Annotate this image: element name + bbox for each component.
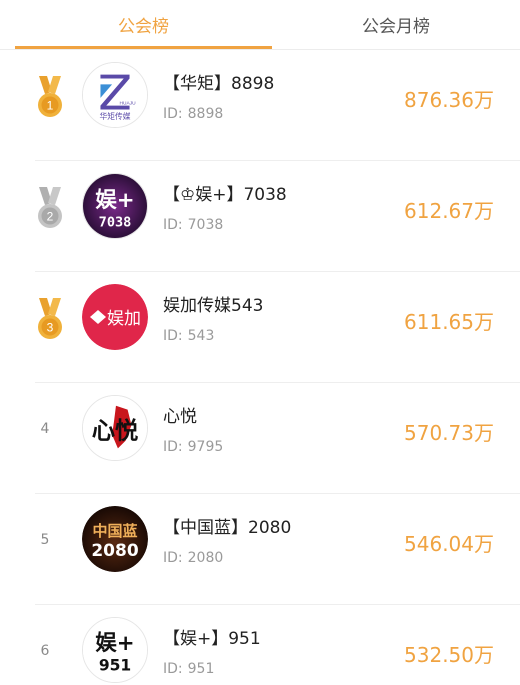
avatar-text: 娱加 <box>107 309 141 329</box>
ranking-row[interactable]: 6 娱+ 951 【娱+】951 ID: 951 532.50万 <box>0 605 520 685</box>
medal-rank-label: 3 <box>47 321 54 335</box>
guild-score: 570.73万 <box>404 421 494 445</box>
guild-score: 532.50万 <box>404 643 494 667</box>
id-value: 9795 <box>187 439 224 455</box>
guild-name: 心悦 <box>163 407 197 427</box>
ranking-row[interactable]: 3 娱加 娱加传媒543 ID: 543 611.65万 <box>0 272 520 383</box>
ranking-row[interactable]: 5 中国蓝 2080 【中国蓝】2080 ID: 2080 546.04万 <box>0 494 520 605</box>
id-value: 2080 <box>187 550 224 566</box>
guild-name: 【娱+】951 <box>163 629 261 649</box>
avatar-text: 娱+ <box>95 631 134 656</box>
guild-id: ID: 8898 <box>163 106 223 122</box>
guild-score: 611.65万 <box>404 310 494 334</box>
bronze-medal-icon: 3 <box>38 298 62 339</box>
guild-id: ID: 9795 <box>163 439 223 455</box>
guild-score: 612.67万 <box>404 199 494 223</box>
id-label: ID: <box>163 661 183 677</box>
avatar-sub-text: 2080 <box>91 541 138 561</box>
avatar-sub-text: 951 <box>99 656 131 674</box>
guild-score: 876.36万 <box>404 88 494 112</box>
guild-id: ID: 2080 <box>163 550 223 566</box>
tab-bar: 公会榜 公会月榜 <box>0 0 520 50</box>
id-label: ID: <box>163 217 183 233</box>
gold-medal-icon: 1 <box>38 76 62 117</box>
rank-number: 4 <box>40 421 50 437</box>
id-label: ID: <box>163 106 183 122</box>
avatar-text: 华矩传媒 <box>99 111 130 121</box>
guild-name: 【♔娱+】7038 <box>163 185 287 205</box>
yujia-951-logo-icon[interactable]: 娱+ 951 <box>82 617 148 683</box>
huaju-logo-icon[interactable]: HUAJU 华矩传媒 <box>82 62 148 128</box>
id-label: ID: <box>163 328 183 344</box>
avatar-text: 娱+ <box>95 188 134 213</box>
guild-name: 【华矩】8898 <box>163 74 275 94</box>
id-value: 7038 <box>187 217 224 233</box>
yujia-7038-logo-icon[interactable]: 娱+ 7038 <box>82 173 148 239</box>
guild-id: ID: 951 <box>163 661 214 677</box>
id-label: ID: <box>163 550 183 566</box>
ranking-row[interactable]: 4 心悦 心悦 ID: 9795 570.73万 <box>0 383 520 494</box>
medal-rank-label: 1 <box>47 99 54 113</box>
avatar-text: 心悦 <box>92 418 139 445</box>
rank-number: 6 <box>40 643 50 659</box>
guild-name: 【中国蓝】2080 <box>163 518 292 538</box>
guild-name: 娱加传媒543 <box>163 296 264 316</box>
ranking-row[interactable]: 1 HUAJU 华矩传媒 【华矩】8898 ID: 8898 876.36万 <box>0 50 520 161</box>
zhongguolan-logo-icon[interactable]: 中国蓝 2080 <box>82 506 148 572</box>
id-label: ID: <box>163 439 183 455</box>
rank-number: 5 <box>40 532 50 548</box>
id-value: 8898 <box>187 106 224 122</box>
ranking-row[interactable]: 2 娱+ 7038 【♔娱+】7038 ID: 7038 612.67万 <box>0 161 520 272</box>
tab-guild-ranking[interactable]: 公会榜 <box>15 0 272 48</box>
guild-id: ID: 543 <box>163 328 214 344</box>
medal-rank-label: 2 <box>47 210 54 224</box>
silver-medal-icon: 2 <box>38 187 62 228</box>
xinyue-logo-icon[interactable]: 心悦 <box>82 395 148 461</box>
id-value: 951 <box>187 661 215 677</box>
avatar-sub-text: 7038 <box>99 214 132 230</box>
guild-id: ID: 7038 <box>163 217 223 233</box>
id-value: 543 <box>187 328 215 344</box>
tab-guild-monthly-ranking[interactable]: 公会月榜 <box>272 0 520 48</box>
avatar-text: 中国蓝 <box>92 522 137 540</box>
yujia-red-logo-icon[interactable]: 娱加 <box>82 284 148 350</box>
guild-score: 546.04万 <box>404 532 494 556</box>
avatar-sub-text: HUAJU <box>120 101 137 107</box>
